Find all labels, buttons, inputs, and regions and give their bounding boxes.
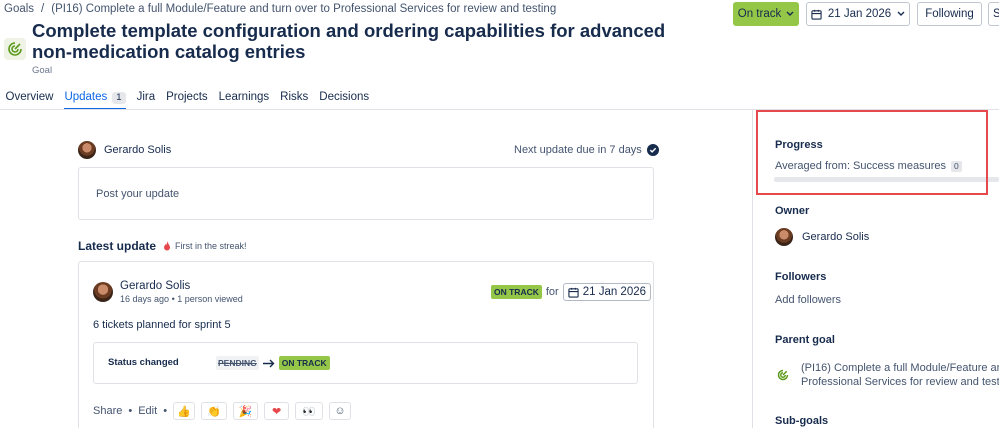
- new-status-lozenge: ON TRACK: [278, 356, 330, 370]
- meta-separator: •: [171, 294, 175, 304]
- update-age: 16 days ago: [120, 294, 170, 304]
- share-button[interactable]: S: [988, 2, 999, 26]
- calendar-icon: [568, 287, 579, 298]
- update-viewers[interactable]: 1 person viewed: [177, 294, 243, 304]
- share-update-link[interactable]: Share: [93, 405, 122, 417]
- parent-goal-line-1: (PI16) Complete a full Module/Feature an…: [801, 362, 999, 374]
- tab-label: Decisions: [319, 91, 370, 103]
- tab-updates[interactable]: Updates 1: [59, 91, 131, 110]
- post-update-input[interactable]: Post your update: [78, 167, 654, 220]
- chevron-down-icon: [897, 11, 905, 16]
- reaction-heart-button[interactable]: ❤: [264, 402, 290, 420]
- update-meta: 16 days ago • 1 person viewed: [120, 294, 243, 304]
- owner-heading: Owner: [775, 205, 810, 217]
- streak-text: First in the streak!: [175, 241, 247, 251]
- tab-overview[interactable]: Overview: [0, 91, 59, 110]
- update-target-date-label: 21 Jan 2026: [582, 286, 647, 298]
- reaction-clap-button[interactable]: 👏: [201, 402, 228, 420]
- smiley-plus-icon: ☺: [334, 405, 346, 417]
- goal-type-label: Goal: [32, 65, 53, 76]
- next-update-due: Next update due in 7 days: [514, 144, 659, 156]
- breadcrumb: Goals / (PI16) Complete a full Module/Feat…: [4, 3, 556, 15]
- update-card: Gerardo Solis 16 days ago • 1 person vie…: [78, 261, 654, 428]
- tab-learnings[interactable]: Learnings: [213, 91, 275, 110]
- annotation-highlight-box: [756, 110, 988, 195]
- composer-author-name: Gerardo Solis: [104, 144, 172, 156]
- parent-goal-heading: Parent goal: [775, 334, 835, 346]
- goal-icon: [777, 368, 789, 386]
- followers-heading: Followers: [775, 271, 827, 283]
- following-button[interactable]: Following: [917, 2, 982, 26]
- fire-icon: [164, 241, 170, 251]
- eyes-icon: 👀: [302, 405, 316, 418]
- target-date-button[interactable]: 21 Jan 2026: [806, 2, 910, 26]
- tab-bar: Overview Updates 1 Jira Projects Learning…: [0, 91, 375, 110]
- breadcrumb-goals-link[interactable]: Goals: [4, 3, 34, 15]
- target-date-label: 21 Jan 2026: [827, 8, 892, 20]
- chevron-down-icon: [786, 11, 794, 16]
- action-separator: •: [128, 405, 133, 417]
- thumbs-up-icon: 👍: [177, 405, 191, 418]
- update-actions: Share • Edit • 👍 👏 🎉 ❤ 👀 ☺: [93, 402, 352, 420]
- add-followers-link[interactable]: Add followers: [775, 294, 841, 306]
- party-icon: 🎉: [238, 405, 253, 418]
- status-changed-label: Status changed: [108, 357, 179, 368]
- sidebar-divider: [752, 110, 753, 428]
- tab-label: Updates: [64, 91, 108, 103]
- page-title: Complete template configuration and orde…: [32, 20, 666, 62]
- updates-count-badge: 1: [112, 92, 126, 104]
- clap-icon: 👏: [207, 405, 221, 418]
- reaction-eyes-button[interactable]: 👀: [295, 402, 324, 420]
- calendar-icon: [811, 9, 822, 20]
- status-lozenge: ON TRACK: [491, 285, 542, 299]
- update-target-date: 21 Jan 2026: [562, 283, 652, 301]
- goal-icon: [4, 38, 26, 60]
- streak-badge: First in the streak!: [163, 241, 247, 251]
- tab-label: Projects: [166, 91, 208, 103]
- tab-label: Learnings: [218, 91, 270, 103]
- heart-icon: ❤: [271, 405, 282, 418]
- update-body: 6 tickets planned for sprint 5: [93, 319, 231, 331]
- arrow-right-icon: [262, 359, 275, 367]
- reaction-party-button[interactable]: 🎉: [233, 402, 259, 420]
- old-status-lozenge: PENDING: [216, 356, 259, 370]
- breadcrumb-separator: /: [41, 3, 45, 15]
- tab-jira[interactable]: Jira: [131, 91, 161, 110]
- tab-projects[interactable]: Projects: [161, 91, 214, 110]
- parent-goal-line-2: Professional Services for review and tes…: [801, 376, 999, 388]
- tab-decisions[interactable]: Decisions: [314, 91, 375, 110]
- tab-label: Risks: [280, 91, 309, 103]
- check-circle-icon: [646, 144, 659, 156]
- breadcrumb-parent-goal-link[interactable]: (PI16) Complete a full Module/Feature an…: [51, 3, 556, 15]
- avatar: [93, 282, 113, 302]
- tab-label: Jira: [136, 91, 156, 103]
- update-status-row: ON TRACK for 21 Jan 2026: [491, 283, 652, 301]
- for-label: for: [545, 286, 559, 298]
- sub-goals-heading: Sub-goals: [775, 415, 829, 427]
- reaction-thumbs-up-button[interactable]: 👍: [173, 402, 196, 420]
- action-separator: •: [163, 405, 168, 417]
- avatar: [775, 228, 793, 246]
- status-dropdown-button[interactable]: On track: [733, 2, 799, 26]
- status-change-box: Status changed PENDING ON TRACK: [93, 342, 638, 384]
- status-transition: PENDING ON TRACK: [216, 356, 330, 370]
- avatar: [78, 141, 96, 159]
- owner-name[interactable]: Gerardo Solis: [802, 231, 869, 243]
- latest-update-heading: Latest update: [78, 239, 157, 253]
- parent-goal-link[interactable]: (PI16) Complete a full Module/Feature an…: [801, 361, 999, 389]
- tab-risks[interactable]: Risks: [275, 91, 314, 110]
- next-update-text: Next update due in 7 days: [514, 144, 642, 156]
- edit-update-link[interactable]: Edit: [138, 405, 157, 417]
- add-reaction-button[interactable]: ☺: [329, 402, 352, 420]
- update-author-name[interactable]: Gerardo Solis: [120, 280, 190, 292]
- tab-label: Overview: [5, 91, 54, 103]
- status-button-label: On track: [737, 8, 782, 20]
